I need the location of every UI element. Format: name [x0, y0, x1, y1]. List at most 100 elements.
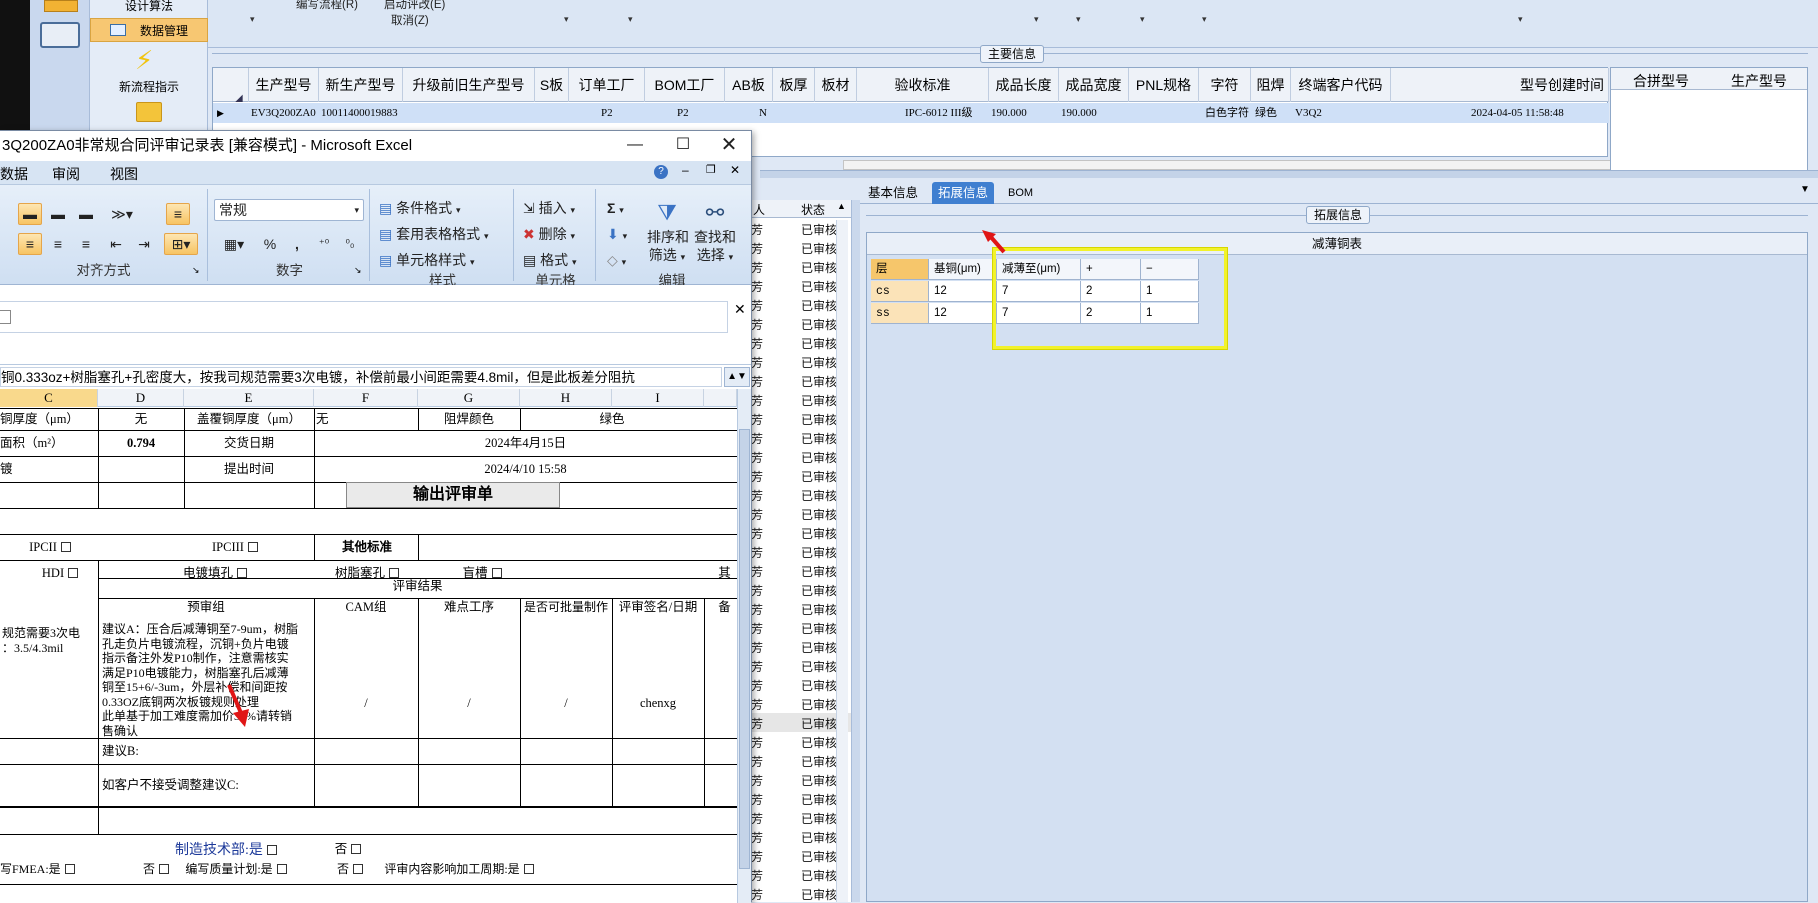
- merge-model-grid[interactable]: 合拼型号 生产型号: [1610, 67, 1808, 171]
- cell[interactable]: 评审结果: [98, 576, 737, 596]
- grid-cell[interactable]: [537, 103, 569, 123]
- clear-icon[interactable]: ◇ ▾: [606, 249, 627, 271]
- menu-review[interactable]: 审阅: [52, 164, 80, 184]
- grid-col-header[interactable]: 型号创建时间: [1391, 68, 1609, 102]
- cell[interactable]: 是否可批量制作: [520, 596, 612, 618]
- insert-button[interactable]: ⇲ 插入 ▾: [522, 197, 576, 219]
- cell[interactable]: CAM组: [314, 596, 418, 618]
- cell[interactable]: 无: [98, 408, 184, 430]
- percent-button[interactable]: %: [258, 233, 282, 255]
- grid-cell[interactable]: [775, 103, 815, 123]
- chevron-down-icon[interactable]: ▾: [1034, 14, 1039, 25]
- grid-cell[interactable]: P2: [601, 103, 641, 123]
- dialog-launcher-icon[interactable]: ↘: [354, 265, 362, 276]
- cell[interactable]: 交货日期: [184, 432, 314, 454]
- column-header-c[interactable]: C: [0, 389, 98, 407]
- chevron-down-icon[interactable]: ▾: [628, 14, 633, 25]
- grid-col-header[interactable]: 字符: [1199, 68, 1251, 102]
- close-icon[interactable]: ✕: [706, 131, 752, 161]
- increase-decimal-icon[interactable]: ⁺⁰: [312, 233, 336, 255]
- cancel-menu[interactable]: 取消(Z): [391, 12, 429, 28]
- table-row[interactable]: ▶ EV3Q200ZA0 10011400019883 P2 P2 N IPC-…: [213, 103, 1609, 123]
- cell[interactable]: 面积（m²）: [0, 432, 98, 454]
- ipc2-checkbox[interactable]: IPCII: [20, 536, 80, 558]
- grid-col-header[interactable]: 终端客户代码: [1291, 68, 1391, 102]
- grid-col-header[interactable]: 新生产型号: [319, 68, 403, 102]
- cell[interactable]: 铜厚度（μm）: [0, 408, 98, 430]
- grid-col-header[interactable]: AB板: [725, 68, 773, 102]
- column-header-h[interactable]: H: [520, 389, 612, 407]
- grid-cell[interactable]: 190.000: [1061, 103, 1129, 123]
- grid-col-header[interactable]: S板: [535, 68, 569, 102]
- output-review-button[interactable]: 输出评审单: [346, 482, 560, 508]
- grid-cell[interactable]: 白色字符: [1205, 103, 1253, 123]
- chevron-down-icon[interactable]: ▾: [1076, 14, 1081, 25]
- excel-title-bar[interactable]: 3Q200ZA0非常规合同评审记录表 [兼容模式] - Microsoft Ex…: [0, 131, 751, 161]
- chevron-down-icon[interactable]: ▾: [1202, 14, 1207, 25]
- no-checkbox[interactable]: 否: [330, 858, 370, 880]
- grid-col-header[interactable]: PNL规格: [1129, 68, 1199, 102]
- calendar-icon[interactable]: [44, 0, 78, 12]
- grid-cell[interactable]: V3Q2: [1295, 103, 1391, 123]
- grid-cell[interactable]: N: [759, 103, 773, 123]
- table-cell[interactable]: cs: [871, 281, 929, 302]
- grid-corner[interactable]: ◢: [213, 68, 249, 102]
- list-col-header[interactable]: 人: [753, 201, 765, 218]
- cell[interactable]: 绿色: [520, 408, 704, 430]
- align-bottom-icon[interactable]: ▬: [74, 203, 98, 225]
- grid-cell[interactable]: IPC-6012 III级: [905, 103, 989, 123]
- grid-cell[interactable]: [817, 103, 857, 123]
- grid-col-header[interactable]: 板材: [815, 68, 857, 102]
- hdi-checkbox[interactable]: HDI: [30, 562, 90, 584]
- close-icon[interactable]: ✕: [730, 163, 740, 177]
- sort-filter-button[interactable]: ⧩ 排序和 筛选 ▾: [646, 197, 689, 267]
- merge-cells-icon[interactable]: ⊞▾: [164, 233, 198, 255]
- nav-design-algorithm[interactable]: 设计算法: [90, 0, 208, 14]
- panel-splitter[interactable]: [760, 170, 1818, 178]
- ipc3-checkbox[interactable]: IPCIII: [200, 536, 270, 558]
- quality-plan-checkbox[interactable]: 编写质量计划:是: [176, 858, 296, 880]
- nav-new-flow[interactable]: ⚡ 新流程指示: [90, 44, 208, 96]
- table-header-cell[interactable]: 基铜(μm): [929, 259, 997, 280]
- grid-cell[interactable]: 190.000: [991, 103, 1059, 123]
- excel-window[interactable]: 3Q200ZA0非常规合同评审记录表 [兼容模式] - Microsoft Ex…: [0, 130, 752, 903]
- align-middle-icon[interactable]: ▬: [46, 203, 70, 225]
- table-cell[interactable]: 12: [929, 281, 997, 302]
- formula-expand-icon[interactable]: ▲▼: [724, 367, 750, 387]
- side-splitter[interactable]: [852, 200, 860, 902]
- vertical-scrollbar[interactable]: [836, 220, 848, 902]
- chevron-down-icon[interactable]: ▾: [1140, 14, 1145, 25]
- increase-indent-icon[interactable]: ⇥: [132, 233, 156, 255]
- cell[interactable]: 难点工序: [418, 596, 520, 618]
- cell[interactable]: 盖覆铜厚度（μm）: [184, 408, 314, 430]
- align-left-icon[interactable]: ≡: [18, 233, 42, 255]
- grid-col-header[interactable]: 生产型号: [1711, 71, 1807, 91]
- cell[interactable]: /: [520, 692, 612, 714]
- column-header-d[interactable]: D: [98, 389, 184, 407]
- cell[interactable]: /: [314, 692, 418, 714]
- name-box[interactable]: [0, 301, 728, 333]
- column-header-e[interactable]: E: [184, 389, 314, 407]
- start-review-menu[interactable]: 启动评改(E): [384, 0, 445, 12]
- suggestion-a-cell[interactable]: 建议A：压合后减薄铜至7-9um，树脂 孔走负片电镀流程，沉铜+负片电镀 指示备…: [102, 622, 312, 738]
- grid-col-header[interactable]: 订单工厂: [569, 68, 645, 102]
- table-format-button[interactable]: ▤ 套用表格格式 ▾: [378, 223, 490, 245]
- cell[interactable]: 镀: [0, 458, 98, 480]
- menu-view[interactable]: 视图: [110, 164, 138, 184]
- comma-button[interactable]: ,: [288, 233, 306, 255]
- tab-basic-info[interactable]: 基本信息: [862, 182, 924, 204]
- table-header-cell[interactable]: 层: [871, 259, 929, 280]
- grid-cell[interactable]: [405, 103, 535, 123]
- suggestion-c-cell[interactable]: 如客户不接受调整建议C:: [102, 774, 312, 796]
- align-top-icon[interactable]: ▬: [18, 203, 42, 225]
- orientation-icon[interactable]: ≫▾: [104, 203, 140, 225]
- cell[interactable]: 2024/4/10 15:58: [314, 458, 737, 480]
- chevron-down-icon[interactable]: ▾: [564, 14, 569, 25]
- left-note-cell[interactable]: 规范需要3次电 ：3.5/4.3mil: [2, 626, 96, 655]
- delete-button[interactable]: ✖ 删除 ▾: [522, 223, 576, 245]
- suggestion-b-cell[interactable]: 建议B:: [102, 740, 302, 762]
- grid-col-header[interactable]: 成品长度: [989, 68, 1059, 102]
- format-button[interactable]: ▤ 格式 ▾: [522, 249, 578, 271]
- autosum-button[interactable]: Σ ▾: [606, 197, 625, 219]
- help-icon[interactable]: ?: [654, 165, 668, 179]
